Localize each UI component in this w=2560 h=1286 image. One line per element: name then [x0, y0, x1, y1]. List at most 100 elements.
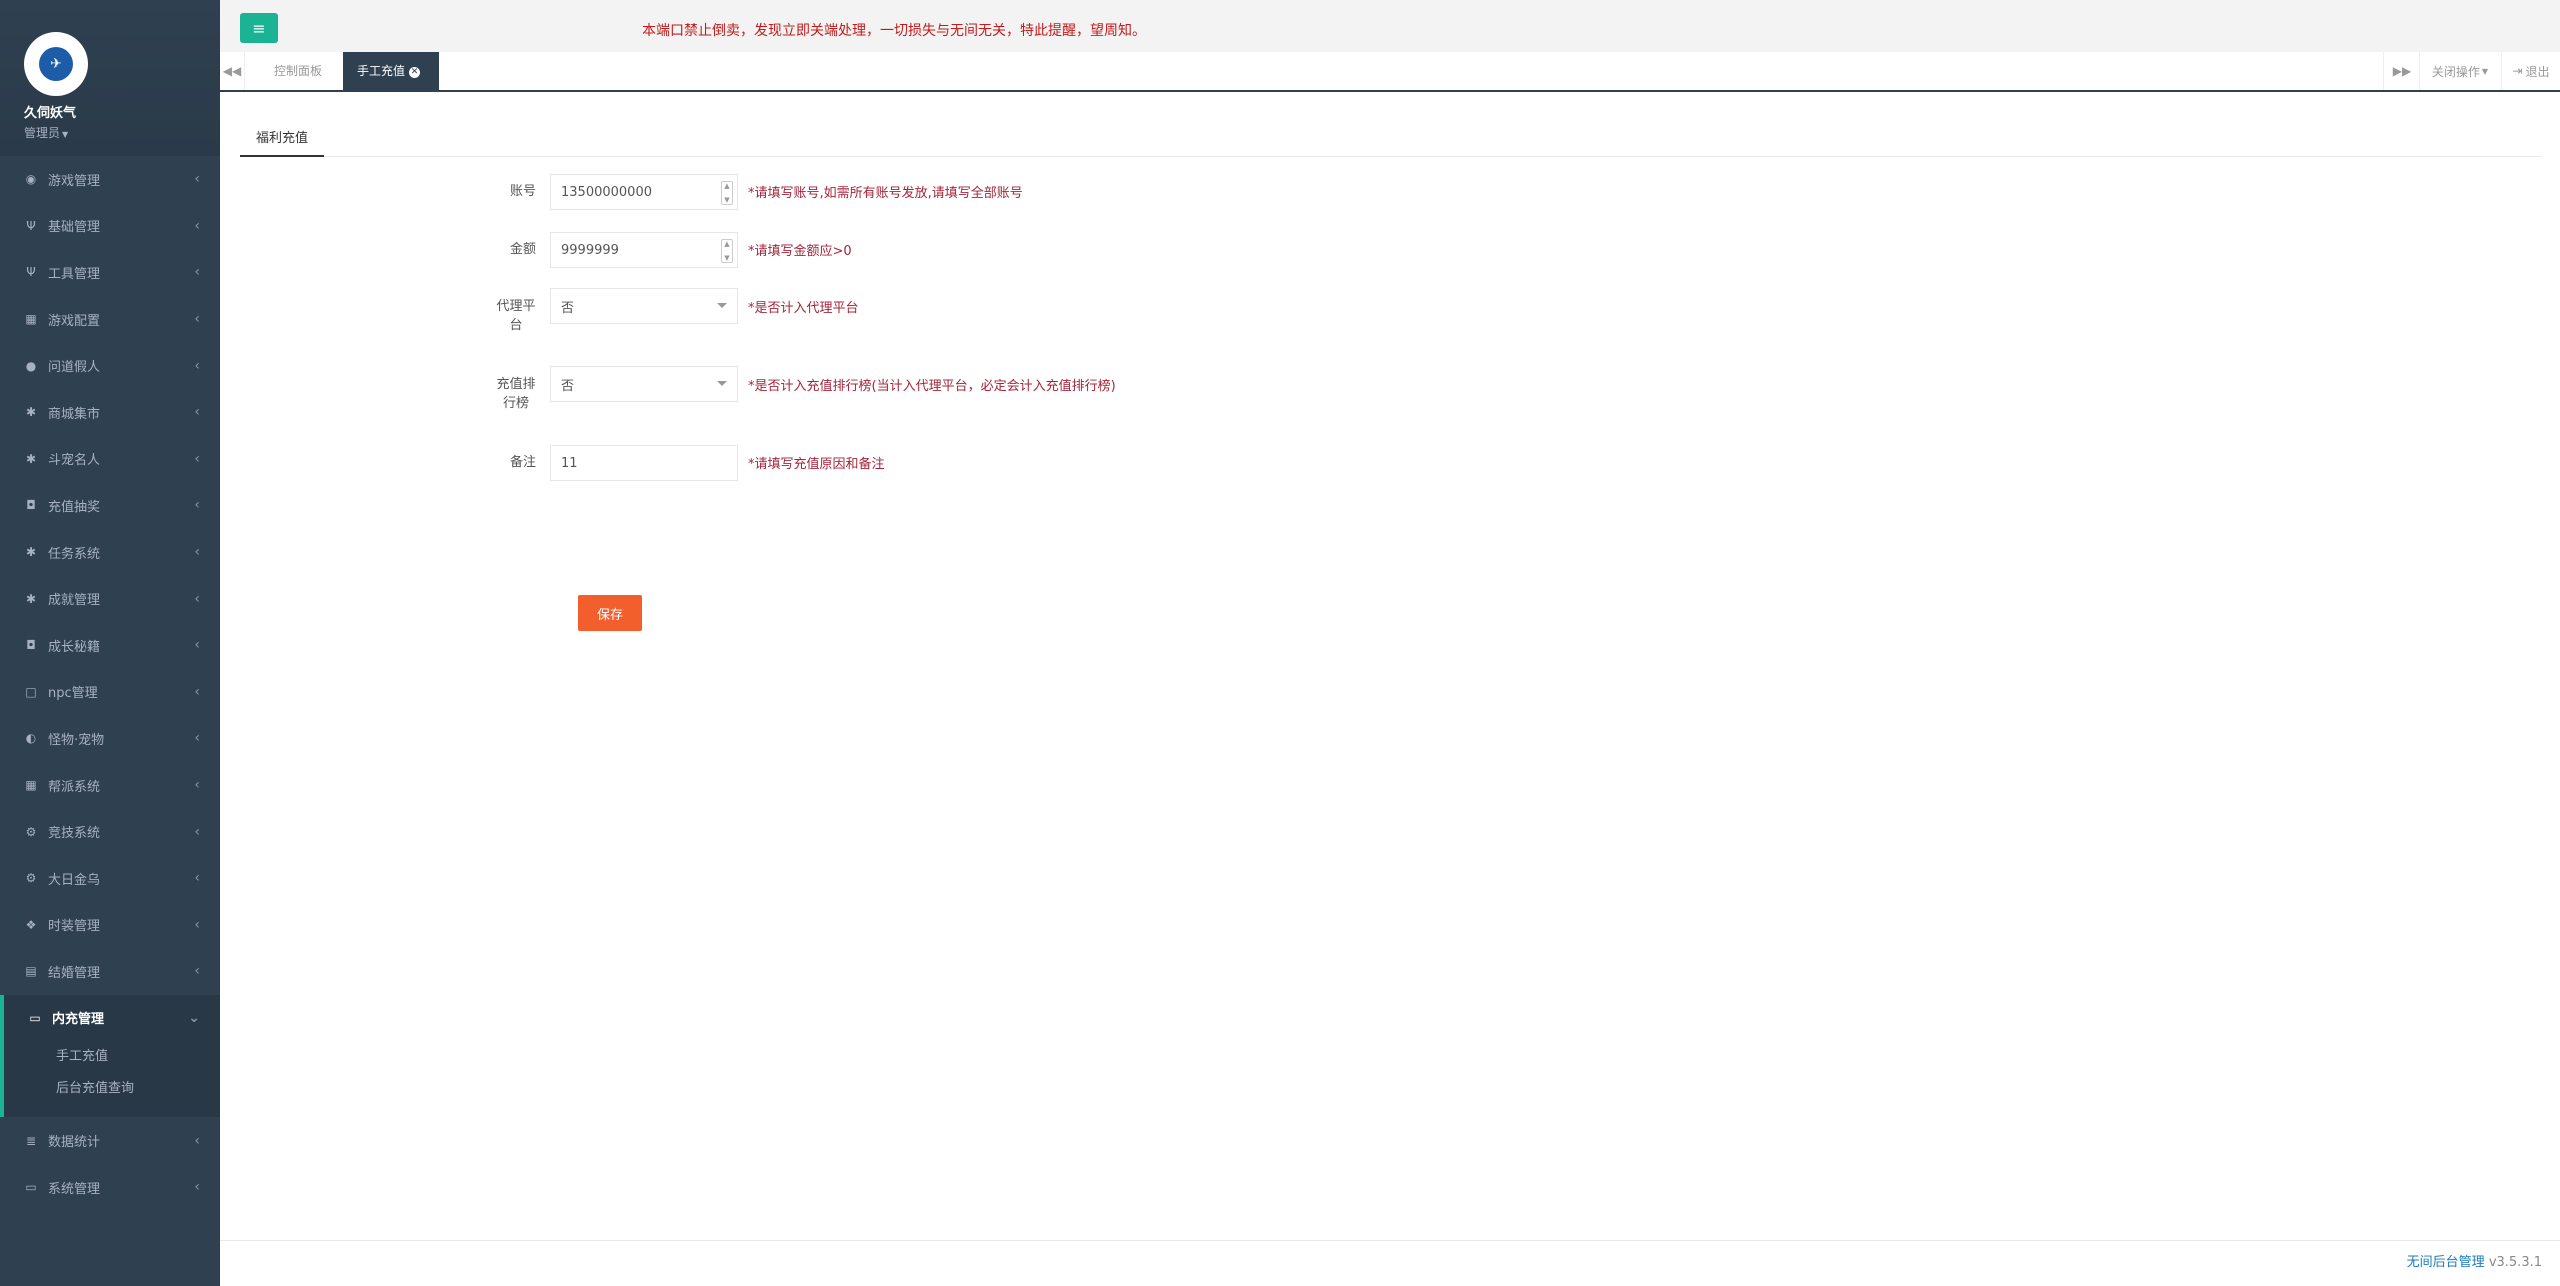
- table-icon: ▦: [25, 312, 37, 327]
- sidebar-item[interactable]: ✱ 商城集市 ‹: [0, 389, 220, 436]
- sidebar-item[interactable]: ✱ 任务系统 ‹: [0, 529, 220, 576]
- chevron-left-icon: ‹: [194, 730, 200, 747]
- sidebar-subitem-recharge-query[interactable]: 后台充值查询: [4, 1073, 220, 1105]
- sidebar-item-label: 怪物·宠物: [48, 732, 105, 748]
- profile-block: ✈ 久伺妖气 管理员 ▼: [0, 0, 220, 156]
- tab-manual-recharge[interactable]: 手工充值 ✕: [343, 52, 439, 90]
- tabs-scroll-right-button[interactable]: ▶▶: [2383, 52, 2420, 90]
- sidebar-item-recharge[interactable]: ▭ 内充管理 ⌄: [4, 995, 220, 1042]
- tabs-scroll-left-button[interactable]: ◀◀: [220, 52, 245, 90]
- gears-icon: ⚙: [25, 824, 37, 839]
- ranking-label: 充值排行榜: [440, 375, 536, 413]
- gear-icon: ✱: [25, 451, 37, 466]
- agent-label: 代理平台: [440, 297, 536, 335]
- number-spinner-icon[interactable]: ▲ ▼: [721, 239, 733, 263]
- chevron-left-icon: ‹: [194, 823, 200, 840]
- remark-hint: *请填写充值原因和备注: [748, 457, 885, 472]
- sidebar-item[interactable]: Ψ 基础管理 ‹: [0, 203, 220, 250]
- sidebar-item-label: 内充管理: [52, 1012, 105, 1028]
- footer-link[interactable]: 无间后台管理: [2407, 1255, 2485, 1270]
- sidebar-item[interactable]: ◉ 游戏管理 ‹: [0, 156, 220, 203]
- tab-welfare-recharge[interactable]: 福利充值: [240, 126, 325, 157]
- avatar[interactable]: ✈: [24, 32, 88, 96]
- chevron-left-icon: ‹: [194, 777, 200, 794]
- sidebar-item[interactable]: ● 问道假人 ‹: [0, 342, 220, 389]
- sidebar-item[interactable]: ◐ 怪物·宠物 ‹: [0, 715, 220, 762]
- tab-dashboard[interactable]: 控制面板: [260, 52, 336, 90]
- sidebar-subitem-manual-recharge[interactable]: 手工充值: [4, 1041, 220, 1073]
- chevron-left-icon: ‹: [194, 963, 200, 980]
- gamepad-icon: ◉: [25, 172, 37, 187]
- sidebar-item[interactable]: ▭ 系统管理 ‹: [0, 1164, 220, 1211]
- sidebar-item-label: 游戏管理: [48, 173, 101, 189]
- ranking-label-text: 充值排行榜: [496, 377, 536, 411]
- sidebar-item[interactable]: ≣ 数据统计 ‹: [0, 1117, 220, 1164]
- chevron-left-icon: ‹: [194, 404, 200, 421]
- profile-name: 久伺妖气: [24, 106, 77, 121]
- sidebar-item-label: 基础管理: [48, 220, 101, 236]
- profile-role-dropdown[interactable]: 管理员 ▼: [24, 124, 220, 141]
- chevron-left-icon: ‹: [194, 171, 200, 188]
- sidebar-item[interactable]: □ npc管理 ‹: [0, 669, 220, 716]
- logout-button[interactable]: ⇥ 退出: [2501, 52, 2560, 90]
- sidebar-item-label: npc管理: [48, 686, 98, 702]
- cubes-icon: ❖: [25, 917, 37, 932]
- sidebar-item[interactable]: Ψ 工具管理 ‹: [0, 249, 220, 296]
- number-spinner-icon[interactable]: ▲ ▼: [721, 181, 733, 205]
- sidebar-item[interactable]: ▤ 结婚管理 ‹: [0, 948, 220, 995]
- sidebar-item[interactable]: ✱ 斗宠名人 ‹: [0, 436, 220, 483]
- account-value: 13500000000: [561, 184, 652, 200]
- sidebar-item-label: 成就管理: [48, 593, 101, 609]
- sidebar-item-label: 大日金乌: [48, 872, 101, 888]
- sidebar-item-label: 系统管理: [48, 1181, 101, 1197]
- caret-down-icon: ▼: [62, 130, 69, 139]
- chevron-left-icon: ‹: [194, 217, 200, 234]
- sidebar-menu-bottom: ≣ 数据统计 ‹ ▭ 系统管理 ‹: [0, 1117, 220, 1210]
- desktop-icon: ▭: [25, 1180, 37, 1195]
- adjust-icon: ◐: [25, 731, 37, 746]
- account-input[interactable]: 13500000000 ▲ ▼: [550, 174, 738, 210]
- logout-label: 退出: [2525, 64, 2550, 79]
- chevron-left-icon: ‹: [194, 497, 200, 514]
- amount-input[interactable]: 9999999 ▲ ▼: [550, 232, 738, 268]
- panel-tabs: 福利充值: [240, 126, 2542, 157]
- sidebar-item[interactable]: ⚙ 大日金乌 ‹: [0, 855, 220, 902]
- chevron-left-icon: ‹: [194, 357, 200, 374]
- sign-out-icon: ⇥: [2512, 64, 2523, 78]
- money-icon: ◘: [26, 638, 36, 653]
- chevron-left-icon: ‹: [194, 683, 200, 700]
- remark-input[interactable]: 11: [550, 445, 738, 481]
- close-icon[interactable]: ✕: [409, 67, 421, 78]
- ranking-value: 否: [561, 378, 575, 394]
- amount-hint: *请填写金额应>0: [748, 244, 852, 259]
- remark-label: 备注: [509, 455, 536, 470]
- forward-icon: ▶▶: [2392, 64, 2412, 78]
- save-button[interactable]: 保存: [578, 595, 642, 631]
- sidebar-item-label: 斗宠名人: [48, 453, 101, 469]
- chevron-left-icon: ‹: [194, 450, 200, 467]
- ranking-select[interactable]: 否: [550, 366, 738, 402]
- square-icon: □: [25, 684, 37, 699]
- sidebar-item-label: 时装管理: [48, 919, 101, 935]
- sidebar-item[interactable]: ⚙ 竞技系统 ‹: [0, 808, 220, 855]
- chevron-left-icon: ‹: [194, 311, 200, 328]
- gear-icon: ✱: [25, 591, 37, 606]
- footer-text: 无间后台管理 v3.5.3.1: [2407, 1251, 2542, 1270]
- agent-select[interactable]: 否: [550, 288, 738, 324]
- sidebar-item[interactable]: ▦ 帮派系统 ‹: [0, 762, 220, 809]
- amount-value: 9999999: [561, 242, 619, 258]
- chevron-left-icon: ‹: [194, 590, 200, 607]
- menu-toggle-button[interactable]: ≡: [240, 13, 278, 43]
- sidebar-item[interactable]: ◘ 充值抽奖 ‹: [0, 482, 220, 529]
- sidebar-item[interactable]: ▦ 游戏配置 ‹: [0, 296, 220, 343]
- chevron-left-icon: ‹: [194, 637, 200, 654]
- sidebar-item-label: 游戏配置: [48, 313, 101, 329]
- notice-banner: 本端口禁止倒卖，发现立即关端处理，一切损失与无间无关，特此提醒，望周知。: [642, 23, 1146, 39]
- sidebar-item[interactable]: ✱ 成就管理 ‹: [0, 575, 220, 622]
- sidebar-item[interactable]: ◘ 成长秘籍 ‹: [0, 622, 220, 669]
- close-ops-dropdown[interactable]: 关闭操作 ▼: [2419, 52, 2500, 90]
- chevron-left-icon: ‹: [194, 264, 200, 281]
- chevron-down-icon: [717, 303, 727, 308]
- sidebar-item[interactable]: ❖ 时装管理 ‹: [0, 902, 220, 949]
- money-icon: ◘: [26, 498, 36, 513]
